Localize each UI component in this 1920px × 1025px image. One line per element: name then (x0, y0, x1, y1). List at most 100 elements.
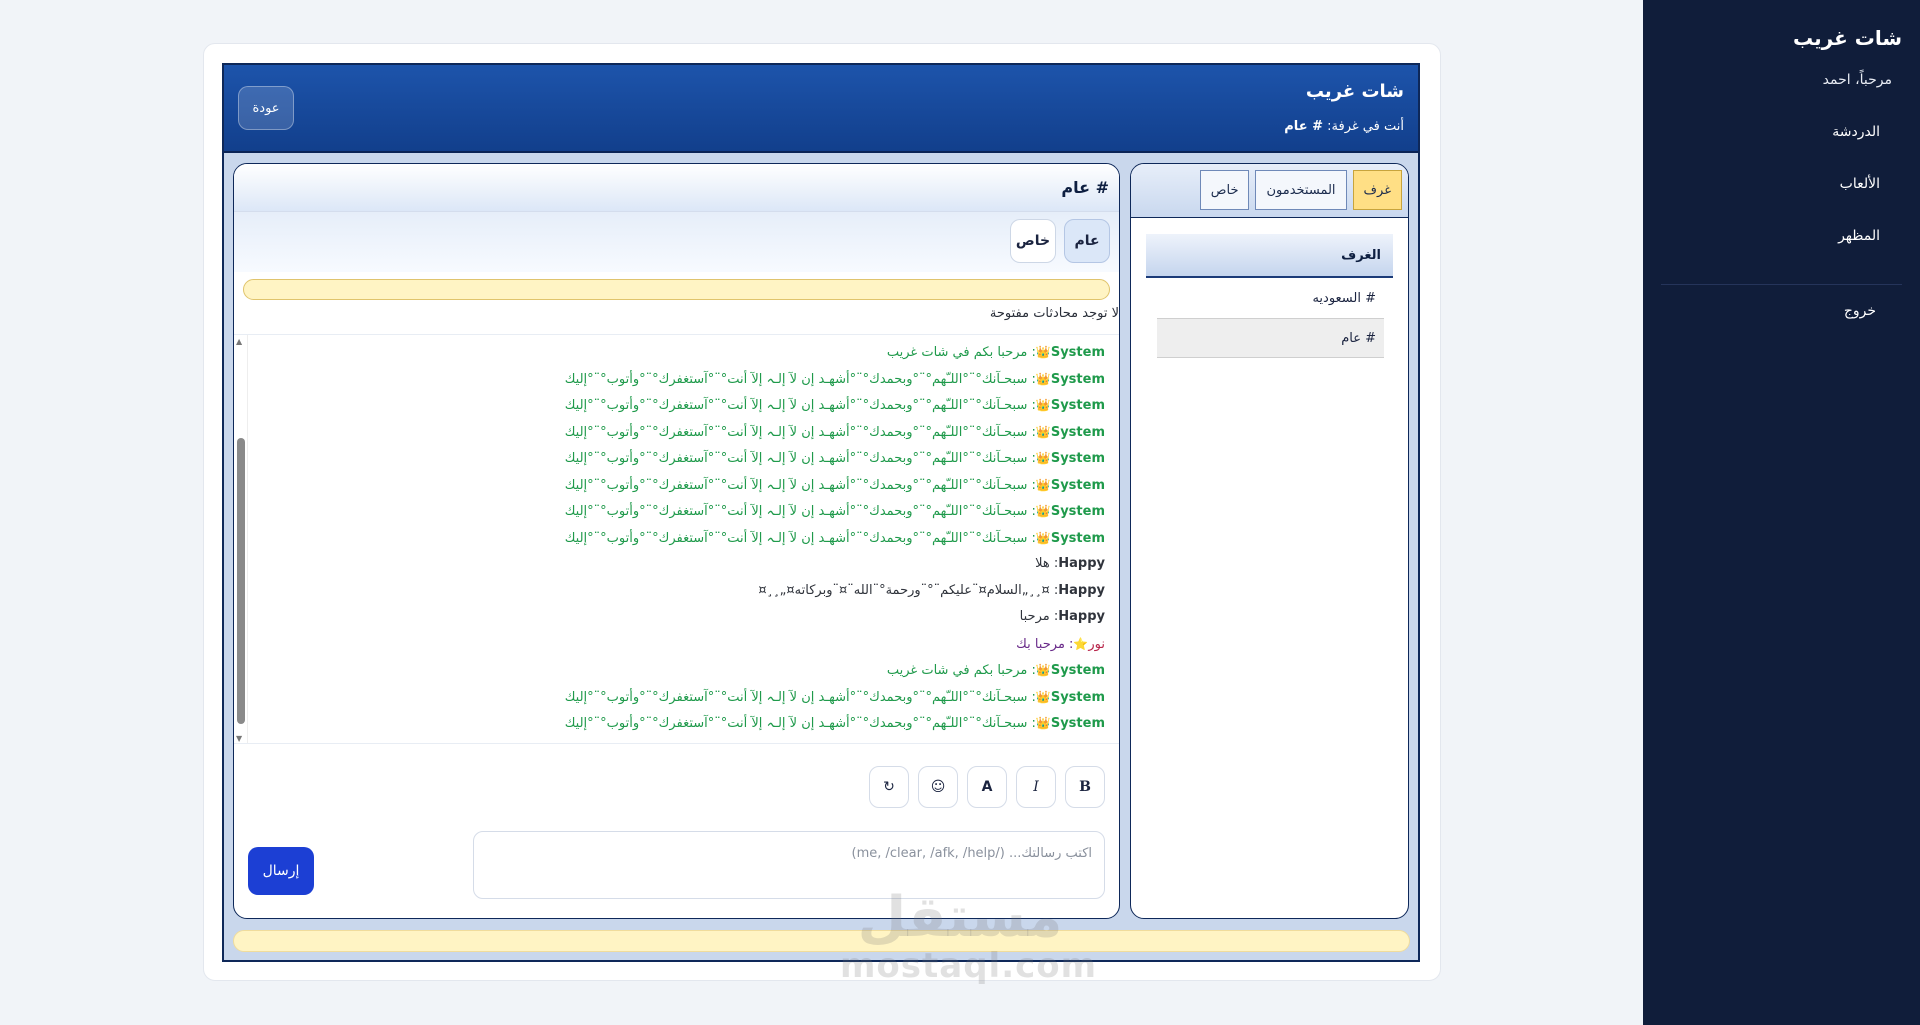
star-icon: ⭐ (1073, 636, 1089, 651)
nav-item-chat[interactable]: الدردشة (1661, 124, 1902, 140)
app-title: شات غريب (1792, 26, 1902, 50)
text-color-button[interactable]: A (967, 766, 1007, 808)
scroll-down-icon[interactable]: ▼ (236, 734, 242, 743)
message-sender[interactable]: System (1051, 531, 1105, 546)
crown-icon: 👑 (1035, 477, 1051, 492)
message-text: : ¤¸¸„السلام¤¨عليكم¨°¨ورحمة°¨الله¨¤¨وبرك… (758, 582, 1059, 598)
message-sender[interactable]: System (1051, 478, 1105, 493)
message-text: : مرحبا (1019, 609, 1059, 624)
logout-link[interactable]: خروج (1661, 303, 1902, 319)
tab-users[interactable]: المستخدمون (1255, 170, 1347, 210)
welcome-text: مرحباً، احمد (1822, 72, 1892, 88)
tab-private[interactable]: خاص (1199, 170, 1250, 210)
message-row: System👑: سبحـآنك°¨°اللـّهم°¨°وبحمدك°¨°أش… (254, 684, 1105, 711)
chat-subtabs: عام خاص (234, 212, 1119, 272)
message-row: System👑: سبحـآنك°¨°اللـّهم°¨°وبحمدك°¨°أش… (254, 710, 1105, 737)
message-sender[interactable]: System (1051, 690, 1105, 705)
crown-icon: 👑 (1035, 424, 1051, 439)
send-button[interactable]: إرسال (248, 847, 314, 895)
crown-icon: 👑 (1035, 504, 1051, 518)
crown-icon: 👑 (1035, 716, 1051, 730)
message-text: : سبحـآنك°¨°اللـّهم°¨°وبحمدك°¨°أشهـد إن … (564, 424, 1036, 440)
scroll-thumb[interactable] (237, 438, 245, 724)
rooms-header: الغرف (1146, 234, 1393, 278)
main-card: شات غريب أنت في غرفة: # عام عودة غرف الم… (203, 43, 1441, 981)
bold-button[interactable]: B (1065, 766, 1105, 808)
message-list: System👑: مرحبا بكم في شات غريب System👑: س… (234, 335, 1119, 737)
room-prefix: أنت في غرفة: (1327, 119, 1404, 134)
message-sender[interactable]: Happy (1058, 609, 1105, 624)
message-sender[interactable]: Happy (1058, 556, 1105, 571)
tab-rooms[interactable]: غرف (1352, 170, 1402, 210)
message-row: System👑: سبحـآنك°¨°اللـّهم°¨°وبحمدك°¨°أش… (254, 366, 1105, 393)
message-text: : سبحـآنك°¨°اللـّهم°¨°وبحمدك°¨°أشهـد إن … (564, 451, 1036, 466)
format-toolbar: B I A ☺ ↻ (234, 766, 1119, 810)
room-item-general[interactable]: # عام (1157, 318, 1384, 358)
message-sender[interactable]: Happy (1058, 583, 1105, 598)
message-text: : مرحبا بك (1016, 636, 1074, 652)
chat-room-header: # عام (234, 164, 1119, 212)
current-room-label: أنت في غرفة: # عام (1284, 119, 1404, 134)
watermark-arabic: مستقل (857, 885, 1063, 950)
app-sidebar: شات غريب مرحباً، احمد الدردشة الألعاب ال… (1643, 0, 1920, 1025)
watermark-latin: mostaql.com (840, 946, 1098, 986)
chat-topbar: شات غريب أنت في غرفة: # عام عودة (224, 65, 1418, 153)
message-area[interactable]: ▲ ▼ System👑: مرحبا بكم في شات غريب System… (234, 334, 1119, 744)
message-sender[interactable]: نور (1088, 637, 1105, 652)
message-text: : سبحـآنك°¨°اللـّهم°¨°وبحمدك°¨°أشهـد إن … (564, 371, 1036, 387)
rooms-panel: غرف المستخدمون خاص الغرف # السعوديه # عا… (1130, 163, 1409, 919)
message-sender[interactable]: System (1051, 372, 1105, 387)
crown-icon: 👑 (1035, 689, 1051, 704)
no-conversations-text: لا توجد محادثات مفتوحة (989, 306, 1119, 321)
notice-bar (243, 279, 1110, 300)
message-text: : مرحبا بكم في شات غريب (886, 345, 1036, 360)
scroll-up-icon[interactable]: ▲ (236, 337, 242, 346)
room-item-saudi[interactable]: # السعوديه (1157, 278, 1384, 318)
nav-item-games[interactable]: الألعاب (1661, 176, 1902, 192)
message-sender[interactable]: System (1051, 716, 1105, 731)
back-button[interactable]: عودة (238, 86, 294, 130)
message-row: System👑: مرحبا بكم في شات غريب (254, 657, 1105, 684)
message-row: System👑: سبحـآنك°¨°اللـّهم°¨°وبحمدك°¨°أش… (254, 472, 1105, 499)
bottom-notice-bar (233, 930, 1410, 952)
message-text: : هلا (1035, 556, 1059, 571)
watermark-logo: مستقل mostaql.com (840, 885, 1098, 986)
emoji-icon[interactable]: ☺ (918, 766, 958, 808)
crown-icon: 👑 (1035, 663, 1051, 677)
message-row: System👑: مرحبا بكم في شات غريب (254, 339, 1105, 366)
message-row: Happy: هلا (254, 551, 1105, 578)
message-text: : سبحـآنك°¨°اللـّهم°¨°وبحمدك°¨°أشهـد إن … (564, 504, 1036, 519)
italic-button[interactable]: I (1016, 766, 1056, 808)
message-sender[interactable]: System (1051, 345, 1105, 360)
message-text: : سبحـآنك°¨°اللـّهم°¨°وبحمدك°¨°أشهـد إن … (564, 477, 1036, 493)
message-sender[interactable]: System (1051, 398, 1105, 413)
message-text: : سبحـآنك°¨°اللـّهم°¨°وبحمدك°¨°أشهـد إن … (564, 398, 1036, 413)
crown-icon: 👑 (1035, 371, 1051, 386)
message-row: System👑: سبحـآنك°¨°اللـّهم°¨°وبحمدك°¨°أش… (254, 392, 1105, 419)
message-row: System👑: سبحـآنك°¨°اللـّهم°¨°وبحمدك°¨°أش… (254, 498, 1105, 525)
message-sender[interactable]: System (1051, 425, 1105, 440)
message-row: System👑: سبحـآنك°¨°اللـّهم°¨°وبحمدك°¨°أش… (254, 419, 1105, 446)
message-row: Happy: مرحبا (254, 604, 1105, 631)
chat-frame: شات غريب أنت في غرفة: # عام عودة غرف الم… (222, 63, 1420, 962)
crown-icon: 👑 (1035, 530, 1051, 545)
subtab-general[interactable]: عام (1064, 219, 1110, 263)
refresh-icon[interactable]: ↻ (869, 766, 909, 808)
message-sender[interactable]: System (1051, 504, 1105, 519)
message-row: System👑: سبحـآنك°¨°اللـّهم°¨°وبحمدك°¨°أش… (254, 445, 1105, 472)
chat-panel: # عام عام خاص لا توجد محادثات مفتوحة ▲ ▼… (233, 163, 1120, 919)
room-name: # عام (1284, 119, 1323, 134)
message-sender[interactable]: System (1051, 451, 1105, 466)
message-row: Happy: ¤¸¸„السلام¤¨عليكم¨°¨ورحمة°¨الله¨¤… (254, 578, 1105, 605)
crown-icon: 👑 (1035, 451, 1051, 465)
crown-icon: 👑 (1035, 345, 1051, 359)
message-scrollbar[interactable]: ▲ ▼ (234, 335, 248, 743)
crown-icon: 👑 (1035, 398, 1051, 412)
nav-divider (1661, 284, 1902, 285)
message-text: : مرحبا بكم في شات غريب (886, 663, 1036, 678)
message-text: : سبحـآنك°¨°اللـّهم°¨°وبحمدك°¨°أشهـد إن … (564, 716, 1036, 731)
message-sender[interactable]: System (1051, 663, 1105, 678)
nav-item-appearance[interactable]: المظهر (1661, 228, 1902, 244)
subtab-private[interactable]: خاص (1010, 219, 1056, 263)
message-row: System👑: سبحـآنك°¨°اللـّهم°¨°وبحمدك°¨°أش… (254, 525, 1105, 552)
